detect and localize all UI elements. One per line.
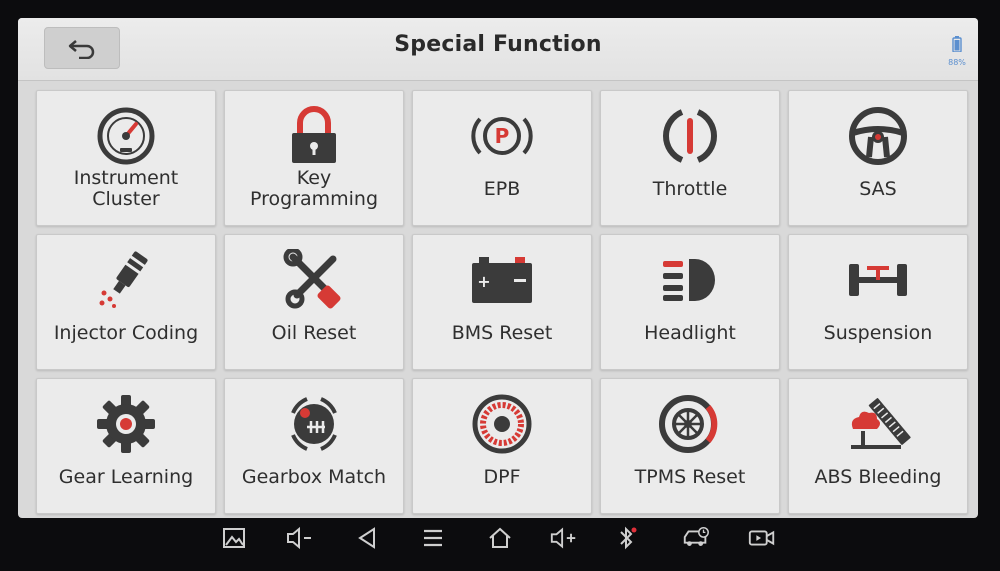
tile-abs-bleeding[interactable]: ABS Bleeding [788, 378, 968, 514]
screenshot-icon[interactable] [219, 524, 249, 552]
tile-oil-reset[interactable]: Oil Reset [224, 234, 404, 370]
tile-headlight[interactable]: Headlight [600, 234, 780, 370]
app-screen: Special Function 88% Instrument Cluster … [18, 18, 978, 518]
tile-injector-coding[interactable]: Injector Coding [36, 234, 216, 370]
tire-pressure-icon [656, 393, 724, 455]
tile-label: ABS Bleeding [814, 465, 942, 488]
tile-label: BMS Reset [451, 321, 553, 344]
gear-shifter-icon [280, 393, 348, 455]
menu-icon[interactable] [418, 524, 448, 552]
back-triangle-icon[interactable] [352, 524, 382, 552]
tile-label: EPB [483, 177, 521, 200]
battery-indicator: 88% [944, 36, 970, 67]
tile-key-programming[interactable]: Key Programming [224, 90, 404, 226]
tile-sas[interactable]: SAS [788, 90, 968, 226]
volume-down-icon[interactable] [285, 524, 315, 552]
tile-label: Oil Reset [271, 321, 357, 344]
headlight-icon [656, 249, 724, 311]
home-icon[interactable] [485, 524, 515, 552]
system-nav-bar [0, 520, 1000, 556]
suspension-icon [844, 249, 912, 311]
svg-text:P: P [495, 124, 510, 148]
car-battery-icon: + [468, 249, 536, 311]
tile-label: Key Programming [249, 167, 379, 210]
tile-gear-learning[interactable]: Gear Learning [36, 378, 216, 514]
header-bar: Special Function 88% [18, 18, 978, 81]
abs-bleeding-icon [844, 393, 912, 455]
tile-label: Throttle [652, 177, 728, 200]
tile-tpms-reset[interactable]: TPMS Reset [600, 378, 780, 514]
tile-label: Gearbox Match [241, 465, 387, 488]
volume-up-icon[interactable] [549, 524, 579, 552]
throttle-icon [656, 105, 724, 167]
tile-throttle[interactable]: Throttle [600, 90, 780, 226]
tile-label: Injector Coding [53, 321, 199, 344]
tile-label: Suspension [823, 321, 933, 344]
padlock-icon [280, 105, 348, 167]
tile-suspension[interactable]: Suspension [788, 234, 968, 370]
screen-record-icon[interactable] [747, 524, 777, 552]
tile-label: Headlight [644, 321, 736, 344]
vehicle-diagnostic-icon[interactable] [681, 524, 711, 552]
tile-gearbox-match[interactable]: Gearbox Match [224, 378, 404, 514]
tile-dpf[interactable]: DPF [412, 378, 592, 514]
tile-bms-reset[interactable]: + BMS Reset [412, 234, 592, 370]
tile-label: Instrument Cluster [73, 167, 179, 210]
gauge-icon [92, 105, 160, 167]
page-title: Special Function [394, 32, 602, 57]
tile-instrument-cluster[interactable]: Instrument Cluster [36, 90, 216, 226]
tile-label: SAS [859, 177, 897, 200]
battery-level: 88% [948, 58, 966, 67]
bluetooth-icon[interactable] [612, 524, 642, 552]
svg-text:+: + [477, 272, 490, 291]
gear-icon [92, 393, 160, 455]
tile-label: Gear Learning [58, 465, 194, 488]
parking-brake-icon: P [468, 105, 536, 167]
dpf-filter-icon [468, 393, 536, 455]
injector-icon [92, 249, 160, 311]
function-grid: Instrument Cluster Key Programming P EPB… [36, 90, 970, 514]
steering-wheel-icon [844, 105, 912, 167]
tile-epb[interactable]: P EPB [412, 90, 592, 226]
battery-icon [952, 36, 962, 53]
tile-label: DPF [483, 465, 521, 488]
wrench-screwdriver-icon [280, 249, 348, 311]
tile-label: TPMS Reset [634, 465, 746, 488]
